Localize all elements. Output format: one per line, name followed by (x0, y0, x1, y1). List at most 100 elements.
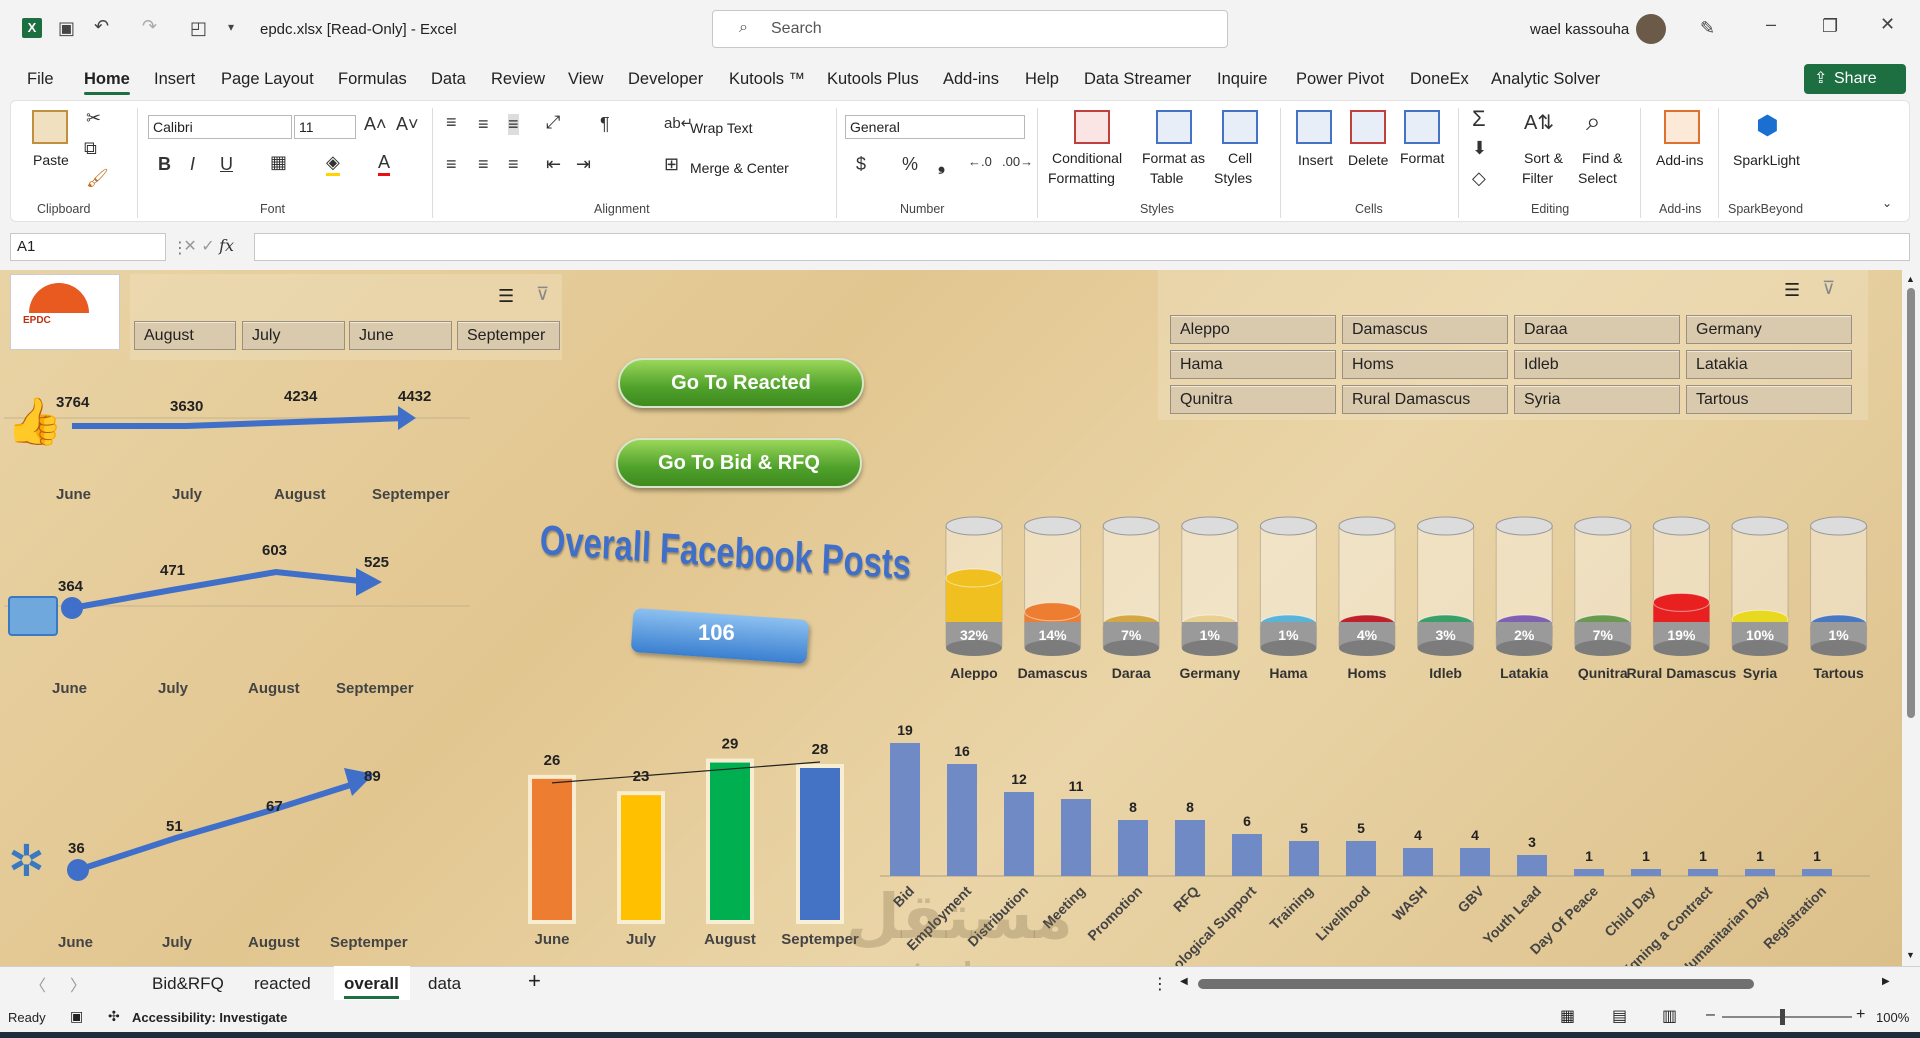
vertical-scroll-thumb[interactable] (1907, 288, 1915, 718)
formula-input[interactable] (254, 233, 1910, 261)
align-middle-icon[interactable]: ≡ (478, 114, 489, 135)
worksheet-canvas[interactable]: EPDC ☰ ⊽ August July June Septemper ☰ ⊽ … (0, 270, 1902, 966)
sheet-tab-overall[interactable]: overall (344, 974, 399, 999)
font-name-select[interactable]: Calibri (148, 115, 292, 139)
city-slicer-item[interactable]: Daraa (1514, 315, 1680, 344)
city-slicer-item[interactable]: Qunitra (1170, 385, 1336, 414)
wrap-text-icon[interactable]: ab↵ (664, 114, 693, 132)
sheet-tab-data[interactable]: data (428, 974, 461, 994)
vertical-scrollbar[interactable]: ▲ ▼ (1902, 270, 1920, 966)
horizontal-scroll-thumb[interactable] (1198, 979, 1754, 989)
delete-cells-icon[interactable] (1350, 110, 1386, 144)
zoom-out-icon[interactable]: – (1706, 1006, 1715, 1024)
save-icon[interactable]: ▣ (58, 18, 75, 39)
fill-color-icon[interactable]: ◈ (326, 152, 340, 176)
decrease-indent-icon[interactable]: ⇤ (546, 154, 561, 175)
sort-filter-label1[interactable]: Sort & (1524, 150, 1563, 166)
city-slicer-item[interactable]: Damascus (1342, 315, 1508, 344)
insert-cells-icon[interactable] (1296, 110, 1332, 144)
percent-icon[interactable]: % (902, 154, 918, 175)
tab-doneex[interactable]: DoneEx (1410, 70, 1469, 89)
tab-formulas[interactable]: Formulas (338, 70, 407, 89)
city-slicer-item[interactable]: Tartous (1686, 385, 1852, 414)
city-slicer-item[interactable]: Rural Damascus (1342, 385, 1508, 414)
scroll-left-icon[interactable]: ◀ (1180, 976, 1188, 987)
tab-power-pivot[interactable]: Power Pivot (1296, 70, 1384, 89)
name-box[interactable]: A1 (10, 233, 166, 261)
tab-analytic-solver[interactable]: Analytic Solver (1491, 70, 1600, 89)
next-sheet-icon[interactable]: 〉 (70, 972, 86, 996)
underline-icon[interactable]: U (220, 154, 233, 175)
cell-styles-label1[interactable]: Cell (1228, 150, 1252, 166)
merge-center-button[interactable]: Merge & Center (690, 160, 789, 176)
cell-styles-icon[interactable] (1222, 110, 1258, 144)
sort-filter-label2[interactable]: Filter (1522, 170, 1553, 186)
customize-qat-icon[interactable]: ▾ (228, 20, 234, 34)
format-as-table-label2[interactable]: Table (1150, 170, 1183, 186)
currency-icon[interactable]: $ (856, 154, 866, 175)
scroll-right-icon[interactable]: ▶ (1882, 976, 1890, 987)
decrease-decimal-icon[interactable]: .00→ (1002, 154, 1033, 169)
city-clear-filter-icon[interactable]: ⊽ (1822, 278, 1835, 299)
tab-review[interactable]: Review (491, 70, 545, 89)
restore-icon[interactable]: ❐ (1822, 16, 1838, 37)
conditional-formatting-label2[interactable]: Formatting (1048, 170, 1115, 186)
align-center-icon[interactable]: ≡ (478, 154, 489, 175)
sheet-tab-bid-rfq[interactable]: Bid&RFQ (152, 974, 224, 994)
zoom-slider-thumb[interactable] (1780, 1009, 1785, 1025)
page-layout-view-icon[interactable]: ▤ (1612, 1006, 1627, 1026)
page-break-view-icon[interactable]: ▥ (1662, 1006, 1677, 1026)
accessibility-status[interactable]: Accessibility: Investigate (132, 1010, 287, 1025)
go-to-reacted-button[interactable]: Go To Reacted (618, 358, 864, 408)
borders-icon[interactable]: ▦ (270, 152, 287, 173)
share-button[interactable]: ⇪ Share (1804, 64, 1906, 94)
city-slicer-item[interactable]: Latakia (1686, 350, 1852, 379)
tab-kutools[interactable]: Kutools ™ (729, 70, 805, 89)
tab-insert[interactable]: Insert (154, 70, 195, 89)
format-cells-icon[interactable] (1404, 110, 1440, 144)
tab-help[interactable]: Help (1025, 70, 1059, 89)
align-top-icon[interactable]: ≡ (446, 112, 457, 133)
scroll-down-icon[interactable]: ▼ (1906, 950, 1915, 960)
clear-icon[interactable]: ◇ (1472, 168, 1486, 189)
tab-split-icon[interactable]: ⋮ (1152, 974, 1168, 994)
city-slicer-item[interactable]: Aleppo (1170, 315, 1336, 344)
tab-kutools-plus[interactable]: Kutools Plus (827, 70, 919, 89)
tab-data[interactable]: Data (431, 70, 466, 89)
sheet-tab-reacted[interactable]: reacted (254, 974, 311, 994)
autosum-icon[interactable]: Σ (1472, 106, 1486, 132)
sparklight-button[interactable]: SparkLight (1733, 152, 1800, 168)
tab-file[interactable]: File (27, 70, 54, 89)
number-format-select[interactable]: General (845, 115, 1025, 139)
city-slicer-item[interactable]: Idleb (1514, 350, 1680, 379)
prev-sheet-icon[interactable]: 〈 (30, 972, 46, 996)
align-right-icon[interactable]: ≡ (508, 154, 519, 175)
wrap-text-button[interactable]: Wrap Text (690, 120, 753, 136)
add-sheet-icon[interactable]: + (528, 968, 541, 994)
tab-view[interactable]: View (568, 70, 603, 89)
zoom-slider[interactable] (1722, 1016, 1852, 1018)
city-multi-select-icon[interactable]: ☰ (1784, 280, 1800, 301)
comma-icon[interactable]: ❟ (938, 154, 945, 175)
conditional-formatting-label1[interactable]: Conditional (1052, 150, 1122, 166)
format-painter-icon[interactable]: 🖌 (86, 168, 109, 189)
close-icon[interactable]: ✕ (1880, 14, 1895, 35)
merge-icon[interactable]: ⊞ (664, 154, 679, 175)
insert-cells-label[interactable]: Insert (1298, 152, 1333, 168)
find-select-label1[interactable]: Find & (1582, 150, 1622, 166)
format-as-table-label1[interactable]: Format as (1142, 150, 1205, 166)
add-ins-button[interactable]: Add-ins (1656, 152, 1703, 168)
shrink-font-icon[interactable]: A˅ (396, 114, 419, 135)
normal-view-icon[interactable]: ▦ (1560, 1006, 1575, 1026)
copy-icon[interactable]: ⧉ (84, 138, 97, 159)
ribbon-collapse-icon[interactable]: ⌄ (1882, 196, 1892, 210)
align-bottom-icon[interactable]: ≡ (508, 114, 519, 135)
add-ins-icon[interactable] (1664, 110, 1700, 144)
cancel-entry-icon[interactable]: ✕ (170, 238, 196, 255)
scroll-up-icon[interactable]: ▲ (1906, 274, 1915, 284)
font-size-select[interactable]: 11 (294, 115, 356, 139)
rtl-icon[interactable]: ¶ (600, 114, 610, 135)
fx-icon[interactable]: fx (219, 236, 234, 255)
find-select-label2[interactable]: Select (1578, 170, 1617, 186)
find-select-icon[interactable]: ⌕ (1586, 106, 1601, 138)
